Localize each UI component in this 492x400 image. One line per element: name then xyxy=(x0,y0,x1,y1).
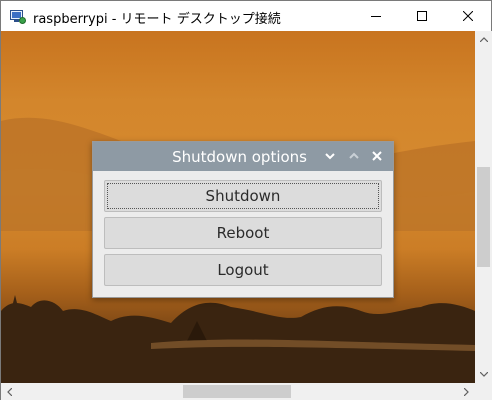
chevron-left-icon xyxy=(7,387,12,396)
reboot-button[interactable]: Reboot xyxy=(104,217,382,249)
close-icon xyxy=(372,151,382,161)
vertical-scroll-thumb[interactable] xyxy=(477,167,490,267)
minimize-button[interactable] xyxy=(353,1,399,31)
dialog-close-button[interactable] xyxy=(370,149,384,163)
shutdown-label: Shutdown xyxy=(205,187,281,205)
scroll-down-button[interactable] xyxy=(475,366,492,383)
logout-label: Logout xyxy=(217,261,269,279)
minimize-icon xyxy=(371,16,381,17)
horizontal-scroll-thumb[interactable] xyxy=(183,385,291,398)
chevron-right-icon xyxy=(464,387,469,396)
remote-desktop-viewport[interactable]: Shutdown options Shutdown Reboot Logout xyxy=(1,31,475,383)
shutdown-button[interactable]: Shutdown xyxy=(104,180,382,212)
dialog-titlebar[interactable]: Shutdown options xyxy=(93,142,393,171)
window-title: raspberrypi - リモート デスクトップ接続 xyxy=(33,12,281,27)
remote-desktop-icon xyxy=(10,9,26,24)
chevron-up-icon xyxy=(349,152,359,159)
chevron-down-icon xyxy=(325,153,335,160)
logout-button[interactable]: Logout xyxy=(104,254,382,286)
horizontal-scrollbar[interactable] xyxy=(1,383,475,400)
dialog-maximize-button[interactable] xyxy=(347,149,361,163)
vertical-scrollbar[interactable] xyxy=(475,31,492,383)
scroll-left-button[interactable] xyxy=(1,383,18,400)
chevron-up-icon xyxy=(479,37,488,42)
dialog-title: Shutdown options xyxy=(172,148,307,166)
close-button[interactable] xyxy=(445,1,491,31)
close-icon xyxy=(463,11,473,21)
maximize-icon xyxy=(417,11,427,21)
scroll-right-button[interactable] xyxy=(458,383,475,400)
shutdown-dialog: Shutdown options Shutdown Reboot Logout xyxy=(92,141,394,298)
remote-desktop-window: raspberrypi - リモート デスクトップ接続 Shutdown opt… xyxy=(0,0,492,400)
dialog-minimize-button[interactable] xyxy=(323,149,337,163)
chevron-down-icon xyxy=(479,372,488,377)
maximize-button[interactable] xyxy=(399,1,445,31)
scrollbar-corner xyxy=(475,383,492,400)
scroll-up-button[interactable] xyxy=(475,31,492,48)
window-titlebar[interactable]: raspberrypi - リモート デスクトップ接続 xyxy=(1,1,491,31)
reboot-label: Reboot xyxy=(216,224,270,242)
